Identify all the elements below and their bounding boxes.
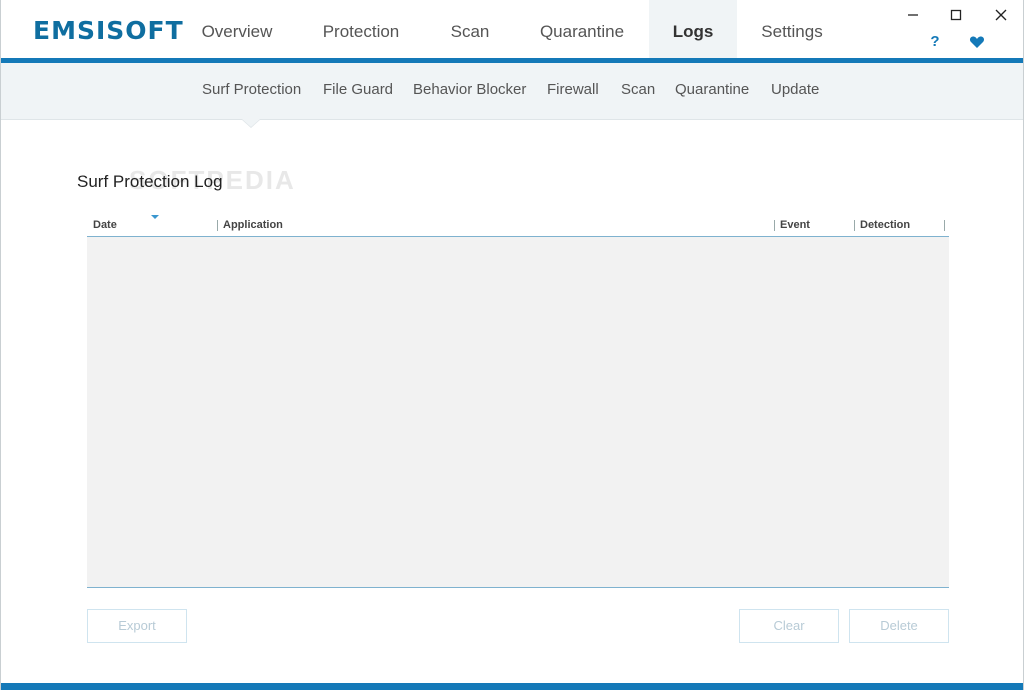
question-icon: ? [930,33,940,50]
logs-subnav: Surf Protection File Guard Behavior Bloc… [1,63,1023,120]
title-bar: EMSISOFT Overview Protection Scan Quaran… [1,0,1023,58]
help-button[interactable]: ? [927,33,943,53]
sort-descending-icon [151,215,159,219]
heart-icon [969,36,985,48]
favorite-button[interactable] [969,34,987,52]
column-event[interactable]: Event [780,219,810,231]
minimize-button[interactable] [901,4,925,26]
tab-settings[interactable]: Settings [743,0,841,58]
column-divider[interactable] [944,220,945,231]
log-table-body[interactable] [87,237,949,588]
active-subnav-indicator [242,119,260,127]
bottom-accent-bar [1,683,1023,690]
subnav-quarantine[interactable]: Quarantine [675,81,749,98]
log-table-header: Date Application Event Detection [87,212,949,237]
subnav-scan[interactable]: Scan [621,81,655,98]
maximize-button[interactable] [944,4,968,26]
close-button[interactable] [989,4,1013,26]
column-date[interactable]: Date [93,219,117,231]
tab-protection[interactable]: Protection [305,0,417,58]
minimize-icon [908,14,918,16]
emsisoft-logo: EMSISOFT [33,16,184,45]
tab-logs[interactable]: Logs [649,0,737,58]
column-application[interactable]: Application [223,219,283,231]
subnav-firewall[interactable]: Firewall [547,81,599,98]
tab-scan[interactable]: Scan [431,0,509,58]
delete-button[interactable]: Delete [849,609,949,643]
subnav-update[interactable]: Update [771,81,819,98]
tab-overview[interactable]: Overview [185,0,289,58]
column-divider[interactable] [217,220,218,231]
subnav-surf-protection[interactable]: Surf Protection [202,81,301,98]
column-divider[interactable] [854,220,855,231]
subnav-behavior-blocker[interactable]: Behavior Blocker [413,81,526,98]
close-icon [995,9,1007,21]
column-divider[interactable] [774,220,775,231]
page-title: Surf Protection Log [77,172,223,191]
tab-quarantine[interactable]: Quarantine [525,0,639,58]
export-button[interactable]: Export [87,609,187,643]
subnav-file-guard[interactable]: File Guard [323,81,393,98]
clear-button[interactable]: Clear [739,609,839,643]
maximize-icon [950,9,962,21]
column-detection[interactable]: Detection [860,219,910,231]
